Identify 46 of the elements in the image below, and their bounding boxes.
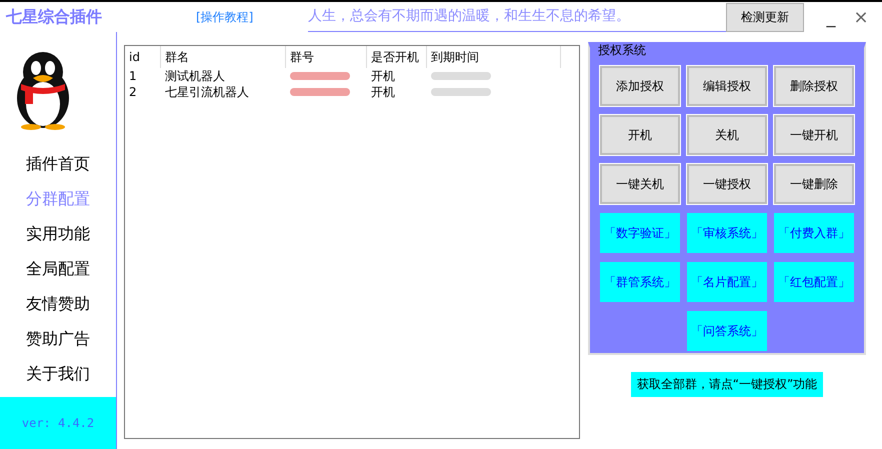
column-header[interactable]: 到期时间 — [427, 46, 561, 68]
auth-button[interactable]: 「问答系统」 — [687, 311, 767, 351]
auth-button[interactable]: 「付费入群」 — [774, 213, 854, 253]
redacted-mark — [290, 72, 350, 80]
auth-button[interactable]: 关机 — [687, 115, 767, 155]
sidebar-item[interactable]: 友情赞助 — [26, 292, 90, 316]
table-cell-text: 测试机器人 — [164, 68, 226, 84]
sidebar-item[interactable]: 关于我们 — [26, 362, 90, 386]
redacted-mark — [290, 88, 350, 96]
slogan-text: 人生，总会有不期而遇的温暖，和生生不息的希望。 — [308, 2, 726, 32]
sidebar-item[interactable]: 赞助广告 — [26, 327, 90, 351]
table-cell-text: 开机 — [370, 68, 396, 84]
auth-button[interactable]: 开机 — [600, 115, 680, 155]
auth-button[interactable]: 「群管系统」 — [600, 262, 680, 302]
redacted-mark — [431, 88, 491, 96]
table-cell-text: 2 — [128, 85, 138, 99]
auth-button[interactable]: 「名片配置」 — [687, 262, 767, 302]
panel-title: 授权系统 — [596, 42, 648, 59]
minimize-button[interactable]: _ — [816, 6, 846, 28]
auth-button[interactable]: 一键授权 — [687, 164, 767, 204]
sidebar-item[interactable]: 实用功能 — [26, 222, 90, 246]
sidebar-item[interactable]: 插件首页 — [26, 152, 90, 176]
update-button[interactable]: 检测更新 — [726, 2, 804, 32]
auth-button[interactable]: 「审核系统」 — [687, 213, 767, 253]
table-cell-text: 1 — [128, 69, 138, 83]
sidebar-item[interactable]: 全局配置 — [26, 257, 90, 281]
version-label: ver: 4.4.2 — [0, 397, 116, 449]
tutorial-link[interactable]: [操作教程] — [196, 8, 308, 26]
window-title: 七星综合插件 — [6, 6, 103, 28]
auth-button[interactable]: 一键关机 — [600, 164, 680, 204]
auth-button[interactable]: 一键开机 — [774, 115, 854, 155]
column-header[interactable]: 群号 — [286, 46, 367, 68]
redacted-mark — [431, 72, 491, 80]
auth-button[interactable]: 一键删除 — [774, 164, 854, 204]
auth-button[interactable]: 删除授权 — [774, 66, 854, 106]
auth-button[interactable]: 「红包配置」 — [774, 262, 854, 302]
table-cell-text: 七星引流机器人 — [164, 84, 250, 100]
auth-button[interactable]: 「数字验证」 — [600, 213, 680, 253]
table-cell-text: 开机 — [370, 84, 396, 100]
column-header[interactable]: 是否开机 — [367, 46, 427, 68]
column-header[interactable]: 群名 — [161, 46, 286, 68]
column-header[interactable]: id — [125, 46, 161, 68]
auth-button[interactable]: 添加授权 — [600, 66, 680, 106]
close-button[interactable]: × — [846, 6, 876, 28]
auth-button[interactable]: 编辑授权 — [687, 66, 767, 106]
hint-text: 获取全部群，请点“一键授权”功能 — [630, 372, 824, 397]
